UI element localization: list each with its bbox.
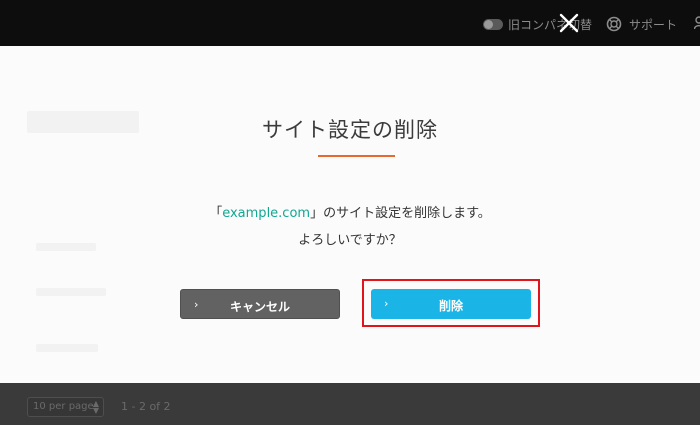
cancel-button[interactable]: › キャンセル [180, 289, 340, 319]
confirm-question: よろしいですか？ [298, 233, 402, 248]
confirm-message: 「example.com」のサイト設定を削除します。 [0, 202, 700, 221]
delete-site-settings-modal: サイト設定の削除 「example.com」のサイト設定を削除します。 よろしい… [0, 46, 700, 383]
background-row-ghost [36, 344, 98, 352]
compane-toggle-switch[interactable] [483, 19, 503, 30]
title-underline [318, 155, 395, 157]
modal-title: サイト設定の削除 [262, 118, 438, 142]
support-link[interactable]: サポート [629, 16, 677, 33]
top-header-bar: 旧コンパネ切替 サポート [0, 0, 700, 46]
per-page-value: 10 per page [33, 401, 94, 412]
select-arrows-icon: ▲ ▼ [92, 399, 99, 415]
per-page-select[interactable]: 10 per page ▲ ▼ [27, 397, 104, 417]
page-range: 1 - 2 of 2 [121, 400, 171, 413]
cancel-button-label: キャンセル [229, 300, 290, 314]
delete-button-highlight [362, 279, 540, 327]
site-domain: example.com [222, 206, 311, 221]
toggle-knob [484, 20, 493, 29]
open-bracket: 「 [209, 206, 223, 221]
support-icon[interactable] [606, 16, 622, 32]
close-icon[interactable] [558, 12, 580, 34]
message-rest: 」のサイト設定を削除します。 [310, 206, 491, 221]
background-row-ghost [36, 288, 106, 296]
pagination-footer: 10 per page ▲ ▼ 1 - 2 of 2 [0, 383, 700, 425]
user-icon[interactable] [694, 16, 700, 30]
